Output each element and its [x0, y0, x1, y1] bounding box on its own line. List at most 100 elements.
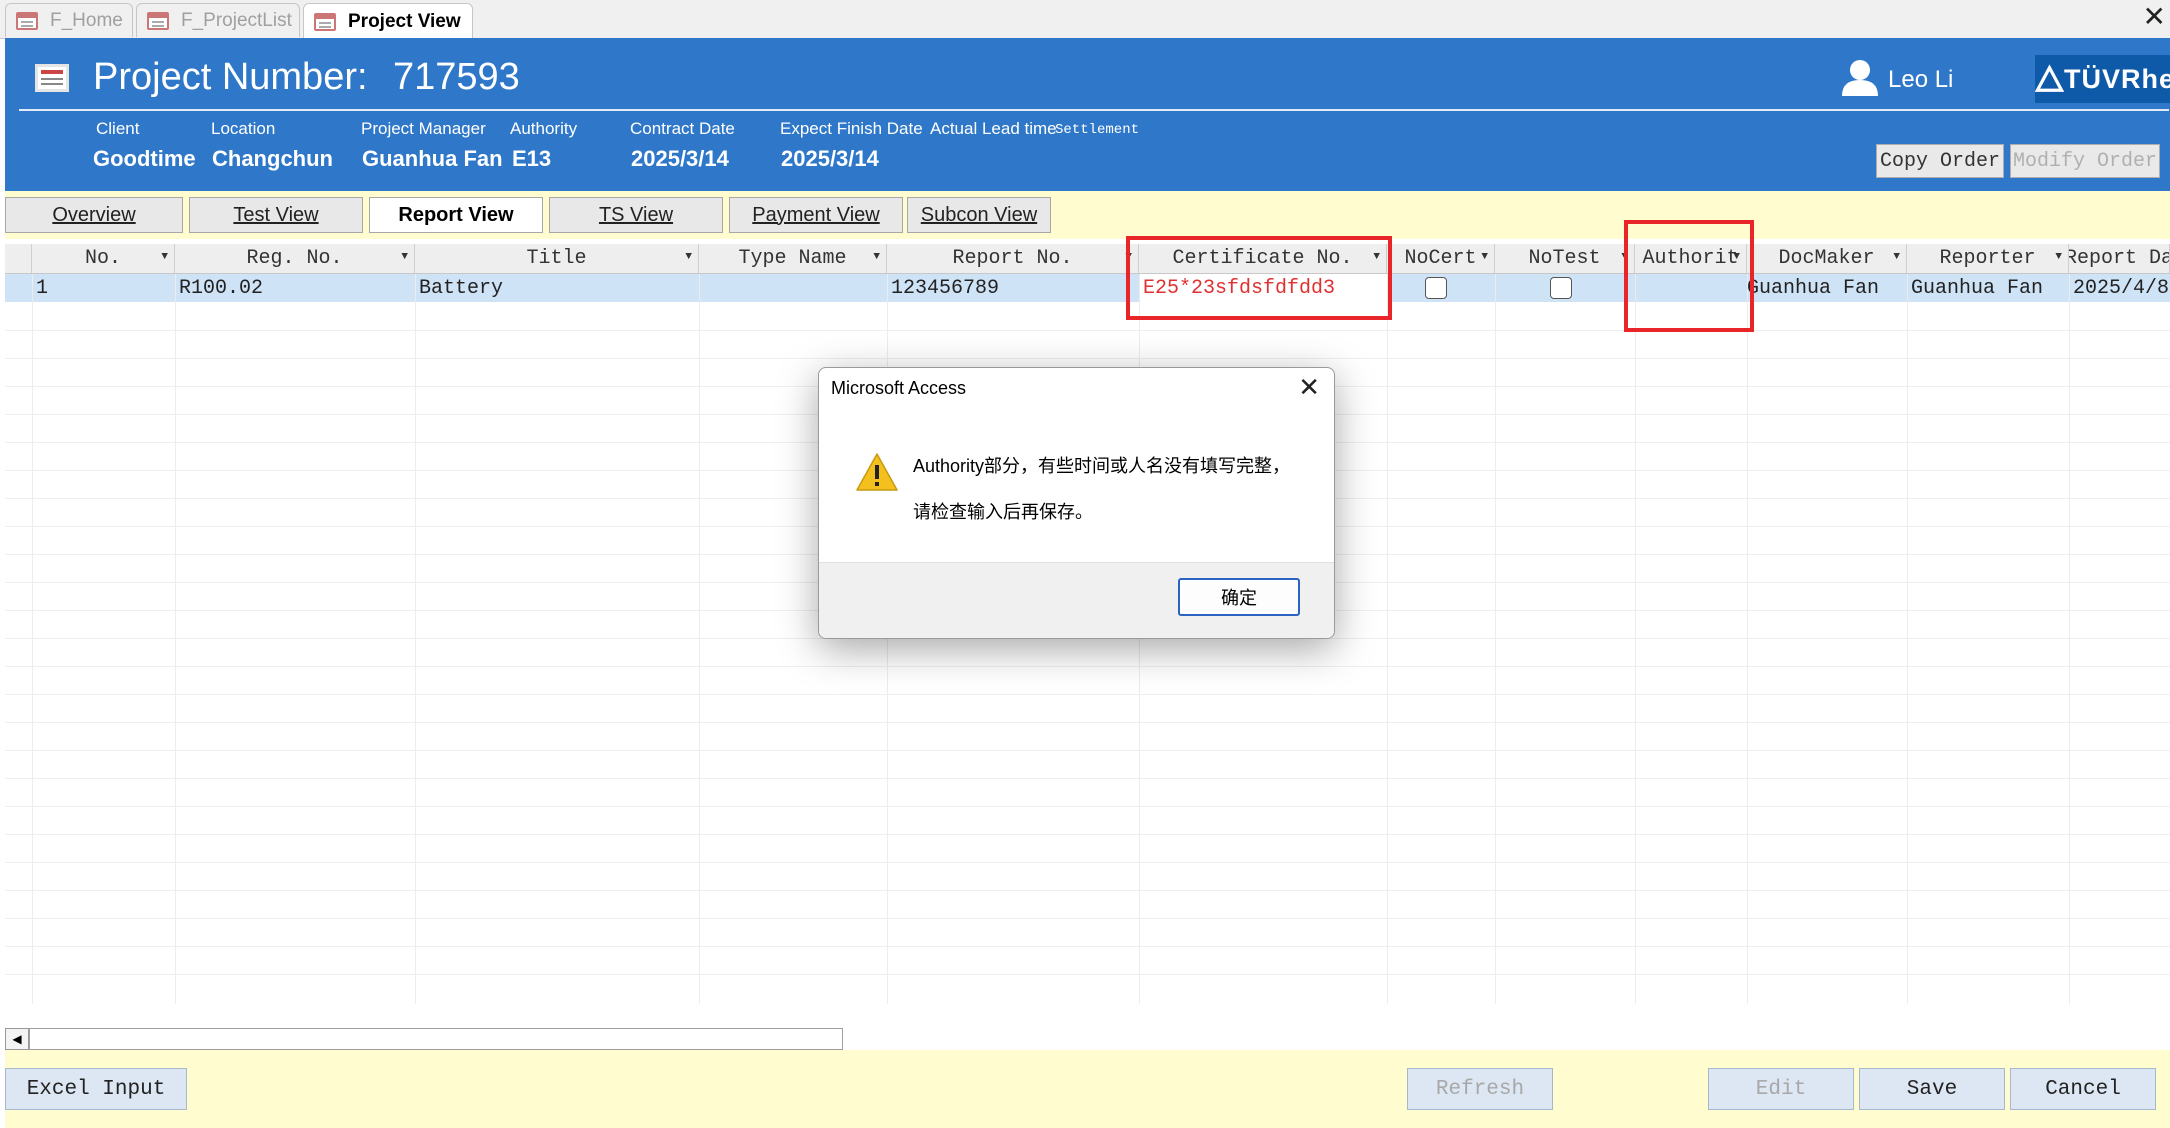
dialog-close-icon[interactable]: ✕	[1298, 372, 1320, 403]
dropdown-arrow-icon[interactable]: ▼	[873, 251, 880, 263]
tab-test-view[interactable]: Test View	[189, 197, 363, 233]
settlement-label: Settlement	[1055, 122, 1140, 138]
column-header-report-no[interactable]: Report No. ▼	[887, 244, 1139, 273]
column-header-label: NoTest	[1528, 247, 1601, 270]
grid-line	[5, 862, 2170, 863]
form-icon	[147, 11, 169, 30]
cancel-button[interactable]: Cancel	[2010, 1068, 2156, 1110]
grid-line	[5, 666, 2170, 667]
cell-reg-no[interactable]: R100.02	[175, 274, 415, 302]
tab-report-view[interactable]: Report View	[369, 197, 543, 233]
tab-overview[interactable]: Overview	[5, 197, 183, 233]
location-value: Changchun	[212, 146, 333, 171]
column-header-label: Reporter	[1939, 247, 2036, 270]
filter-arrow-icon[interactable]: ▼	[401, 251, 408, 263]
nocert-checkbox[interactable]	[1425, 277, 1447, 299]
grid-line	[1387, 274, 1388, 1004]
certificate-highlight-box	[1126, 236, 1392, 320]
excel-input-button[interactable]: Excel Input	[5, 1068, 187, 1110]
dialog-message-line2: 请检查输入后再保存。	[913, 502, 1093, 522]
authority-label: Authority	[510, 119, 578, 138]
dialog-title: Microsoft Access	[831, 378, 967, 398]
cell-report-no[interactable]: 123456789	[887, 274, 1139, 302]
dialog-button-area: 确定	[819, 562, 1334, 638]
client-value: Goodtime	[93, 146, 196, 171]
form-icon	[314, 12, 336, 31]
document-tab-strip: F_Home F_ProjectList Project View ✕	[0, 0, 2170, 39]
grid-line	[175, 274, 176, 1004]
dropdown-arrow-icon[interactable]: ▼	[161, 251, 168, 263]
cell-reporter[interactable]: Guanhua Fan	[1907, 274, 2069, 302]
expect-finish-date-label: Expect Finish Date	[780, 119, 923, 138]
grid-line	[5, 778, 2170, 779]
column-header-docmaker[interactable]: DocMaker ▼	[1747, 244, 1907, 273]
edit-button[interactable]: Edit	[1708, 1068, 1854, 1110]
grid-line	[415, 274, 416, 1004]
dropdown-arrow-icon[interactable]: ▼	[685, 251, 692, 263]
grid-line	[5, 946, 2170, 947]
column-header-label: DocMaker	[1778, 247, 1875, 270]
project-header: Project Number: 717593 Leo Li TÜVRhe Cli…	[5, 38, 2170, 191]
refresh-button[interactable]: Refresh	[1407, 1068, 1553, 1110]
doc-tab-label: Project View	[348, 10, 461, 32]
grid-line	[5, 918, 2170, 919]
grid-line	[5, 750, 2170, 751]
dropdown-arrow-icon[interactable]: ▼	[1481, 251, 1488, 263]
dropdown-arrow-icon[interactable]: ▼	[2055, 251, 2062, 263]
doc-tab-project-view[interactable]: Project View	[303, 3, 473, 39]
column-header-reporter[interactable]: Reporter ▼	[1907, 244, 2069, 273]
ok-button[interactable]: 确定	[1178, 578, 1300, 616]
project-number-value: 717593	[393, 56, 520, 98]
footer-bar: Excel Input Refresh Edit Save Cancel	[5, 1050, 2170, 1128]
grid-line	[5, 722, 2170, 723]
doc-tab-f-projectlist[interactable]: F_ProjectList	[136, 3, 300, 37]
warning-icon	[856, 453, 898, 491]
cell-report-date[interactable]: 2025/4/8	[2069, 274, 2170, 302]
dropdown-arrow-icon[interactable]: ▼	[1893, 251, 1900, 263]
modify-order-button[interactable]: Modify Order	[2010, 144, 2160, 178]
column-header-label: Type Name	[738, 247, 847, 270]
column-header-reg-no[interactable]: Reg. No. ▼	[175, 244, 415, 273]
grid-line	[5, 358, 2170, 359]
column-header-title[interactable]: Title ▼	[415, 244, 699, 273]
column-header-no[interactable]: No. ▼	[32, 244, 175, 273]
cell-title[interactable]: Battery	[415, 274, 699, 302]
contract-date-value: 2025/3/14	[631, 146, 729, 171]
copy-order-button[interactable]: Copy Order	[1876, 144, 2004, 178]
location-label: Location	[211, 119, 276, 138]
triangle-logo-icon	[2035, 64, 2064, 92]
grid-line	[1495, 274, 1496, 1004]
header-divider	[19, 109, 2169, 111]
select-all-corner[interactable]	[5, 244, 32, 273]
grid-line	[5, 834, 2170, 835]
close-form-icon[interactable]: ✕	[2143, 2, 2166, 32]
tab-ts-view[interactable]: TS View	[549, 197, 723, 233]
column-header-type-name[interactable]: Type Name ▼	[699, 244, 887, 273]
column-header-nocert[interactable]: NoCert ▼	[1387, 244, 1495, 273]
cell-type-name[interactable]	[699, 274, 887, 302]
notest-checkbox[interactable]	[1550, 277, 1572, 299]
save-button[interactable]: Save	[1859, 1068, 2005, 1110]
logo-text: TÜVRhe	[2063, 63, 2170, 94]
dialog-message-line1: Authority部分，有些时间或人名没有填写完整，	[913, 456, 1291, 476]
cell-no[interactable]: 1	[32, 274, 175, 302]
grid-line	[32, 274, 33, 1004]
scroll-left-arrow-icon[interactable]: ◀	[5, 1028, 29, 1050]
grid-header-row: No. ▼ Reg. No. ▼ Title ▼ Type Name ▼ Report …	[5, 244, 2170, 274]
column-header-label: No.	[84, 247, 121, 270]
tab-payment-view[interactable]: Payment View	[729, 197, 903, 233]
grid-line	[1747, 274, 1748, 1004]
horizontal-scrollbar[interactable]	[29, 1028, 843, 1050]
column-header-report-date[interactable]: Report Da	[2069, 244, 2170, 273]
tab-subcon-view[interactable]: Subcon View	[907, 197, 1051, 233]
user-name: Leo Li	[1888, 66, 1954, 93]
column-header-notest[interactable]: NoTest ▼	[1495, 244, 1635, 273]
expect-finish-date-value: 2025/3/14	[781, 146, 879, 171]
doc-tab-f-home[interactable]: F_Home	[5, 3, 133, 37]
project-manager-value: Guanhua Fan	[362, 146, 503, 171]
cell-docmaker[interactable]: Guanhua Fan	[1743, 274, 1907, 302]
doc-tab-label: F_Home	[50, 9, 123, 31]
actual-lead-time-label: Actual Lead time	[930, 119, 1057, 138]
form-icon	[35, 64, 69, 92]
client-label: Client	[96, 119, 140, 138]
